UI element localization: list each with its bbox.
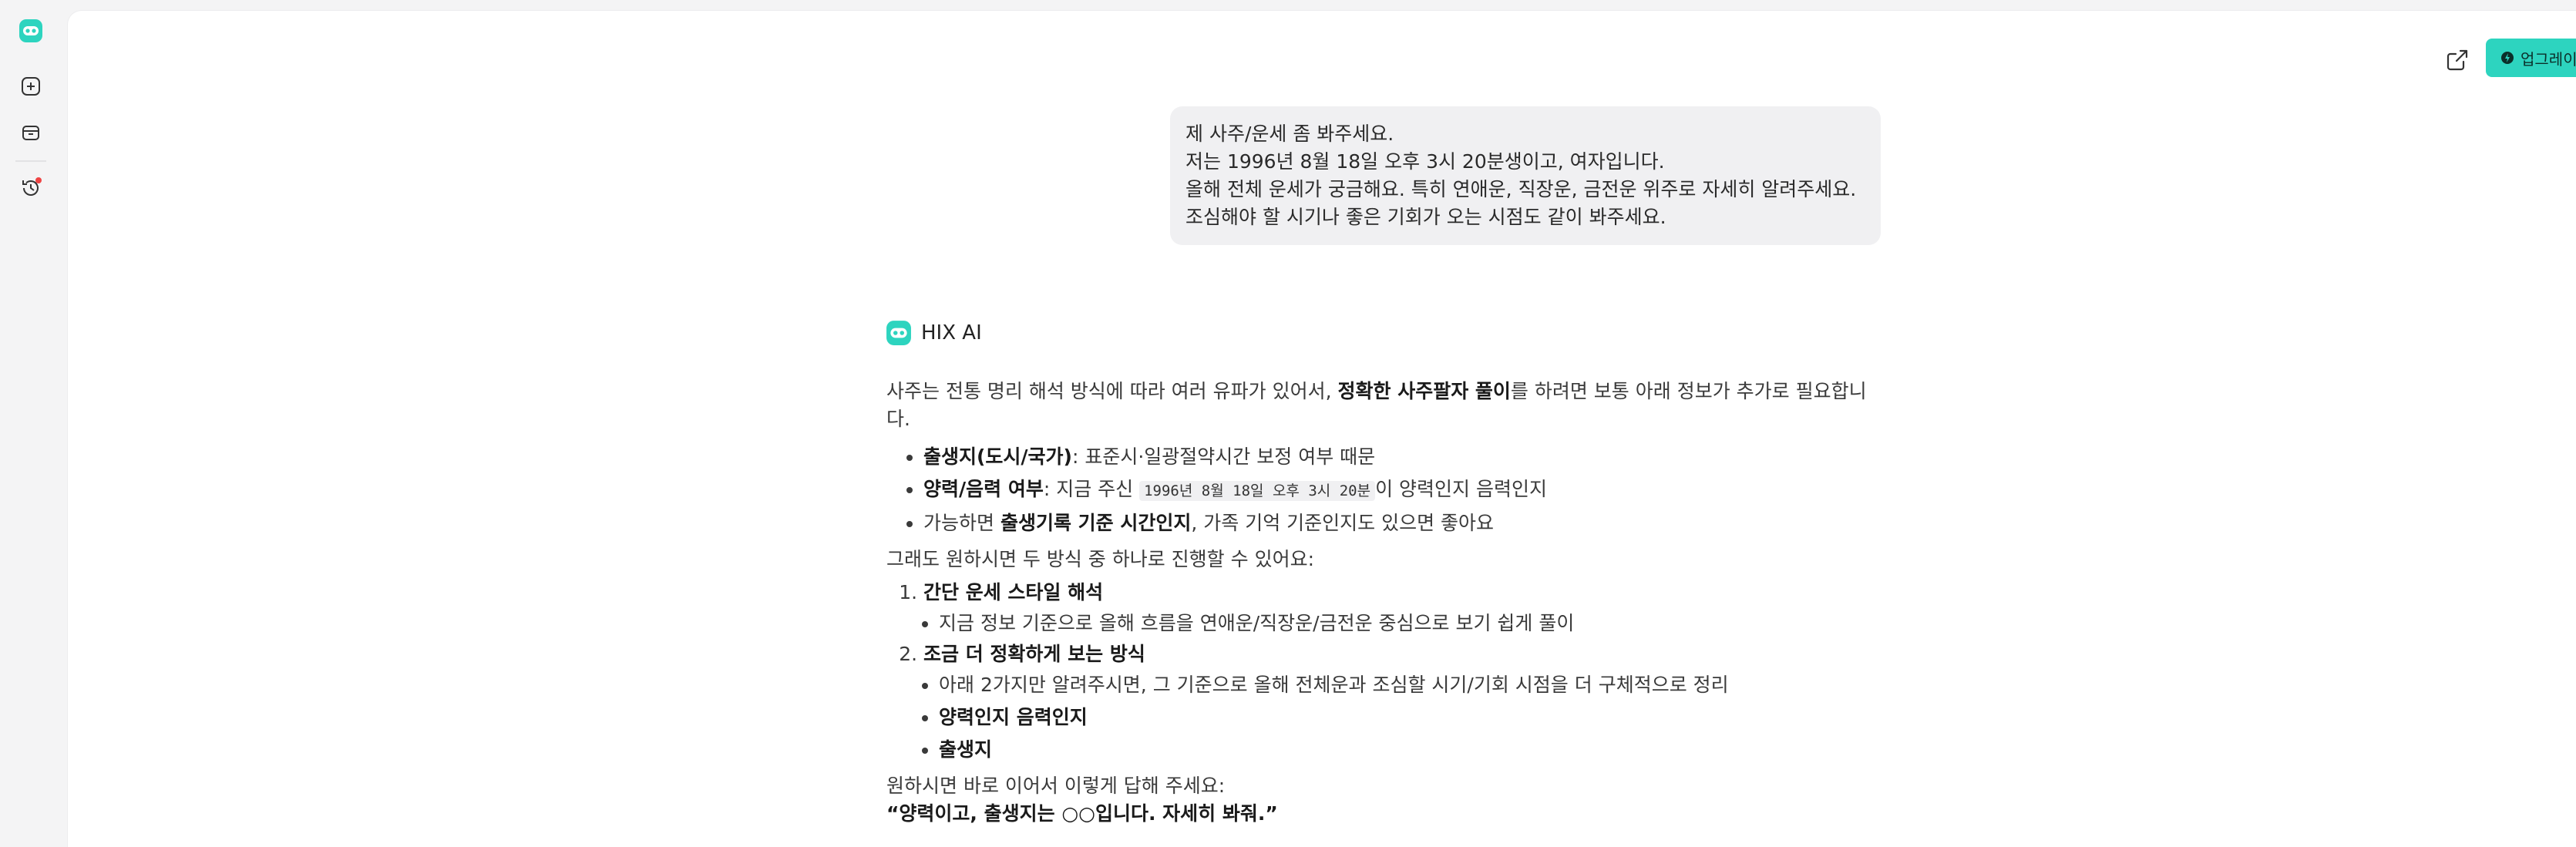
sidebar-divider — [15, 160, 46, 162]
plus-square-icon — [22, 77, 40, 96]
hix-logo-icon — [886, 320, 912, 346]
chat-panel: 업그레이드 제 사주/운세 좀 봐주세요. 저는 1996년 8월 18일 오후… — [68, 11, 2576, 847]
assistant-header: HIX AI — [886, 319, 982, 347]
share-button[interactable] — [2440, 43, 2474, 77]
upgrade-button[interactable]: 업그레이드 — [2486, 39, 2576, 77]
bullet-text: 가능하면 — [923, 512, 1000, 534]
user-message-line: 저는 1996년 8월 18일 오후 3시 20분생이고, 여자입니다. — [1185, 150, 1665, 173]
list-item: 가능하면 출생기록 기준 시간인지, 가족 기억 기준인지도 있으면 좋아요 — [923, 507, 1881, 539]
library-button[interactable] — [15, 117, 46, 148]
upgrade-label: 업그레이드 — [2521, 49, 2576, 69]
bullet-bold: 출생기록 기준 시간인지 — [1000, 512, 1192, 534]
history-button[interactable] — [15, 173, 46, 203]
option-item: 조금 더 정확하게 보는 방식 아래 2가지만 알려주시면, 그 기준으로 올해… — [923, 640, 1881, 766]
choice-intro: 그래도 원하시면 두 방식 중 하나로 진행할 수 있어요: — [886, 548, 1314, 570]
inline-code: 1996년 8월 18일 오후 3시 20분 — [1139, 481, 1376, 501]
option-subitems: 아래 2가지만 알려주시면, 그 기준으로 올해 전체운과 조심할 시기/기회 … — [923, 669, 1881, 766]
bullet-text-after: 이 양력인지 음력인지 — [1375, 478, 1547, 500]
user-message: 제 사주/운세 좀 봐주세요. 저는 1996년 8월 18일 오후 3시 20… — [1170, 106, 1881, 245]
bullet-bold: 출생지(도시/국가) — [923, 445, 1072, 468]
option-title: 간단 운세 스타일 해석 — [923, 581, 1104, 603]
required-info-list: 출생지(도시/국가): 표준시·일광절약시간 보정 여부 때문 양력/음력 여부… — [886, 441, 1881, 539]
answer-intro: 사주는 전통 명리 해석 방식에 따라 여러 유파가 있어서, 정확한 사주팔자… — [886, 378, 1881, 433]
user-message-line: 올해 전체 운세가 궁금해요. 특히 연애운, 직장운, 금전운 위주로 자세히… — [1185, 178, 1857, 200]
option-item: 간단 운세 스타일 해석 지금 정보 기준으로 올해 흐름을 연애운/직장운/금… — [923, 578, 1881, 640]
archive-icon — [22, 126, 39, 140]
bullet-text: : 지금 주신 — [1043, 478, 1140, 500]
bullet-text: : 표준시·일광절약시간 보정 여부 때문 — [1071, 445, 1376, 468]
intro-text: 사주는 전통 명리 해석 방식에 따라 여러 유파가 있어서, — [886, 380, 1338, 402]
user-message-line: 조심해야 할 시기나 좋은 기회가 오는 시점도 같이 봐주세요. — [1185, 206, 1666, 228]
subitem-bold: 양력인지 음력인지 — [939, 706, 1088, 728]
bolt-icon — [2500, 51, 2514, 65]
sidebar — [0, 0, 68, 847]
example-reply: “양력이고, 출생지는 ○○입니다. 자세히 봐줘.” — [886, 802, 1278, 825]
list-item: 양력/음력 여부: 지금 주신 1996년 8월 18일 오후 3시 20분이 … — [923, 473, 1881, 507]
subitem-bold: 출생지 — [939, 738, 993, 761]
bullet-text-after: , 가족 기억 기준인지도 있으면 좋아요 — [1191, 512, 1495, 534]
assistant-name: HIX AI — [921, 321, 982, 345]
notification-dot — [35, 177, 42, 183]
user-message-line: 제 사주/운세 좀 봐주세요. — [1185, 123, 1394, 145]
assistant-message: 사주는 전통 명리 해석 방식에 따라 여러 유파가 있어서, 정확한 사주팔자… — [886, 378, 1881, 828]
options-list: 간단 운세 스타일 해석 지금 정보 기준으로 올해 흐름을 연애운/직장운/금… — [886, 578, 1881, 766]
option-subitems: 지금 정보 기준으로 올해 흐름을 연애운/직장운/금전운 중심으로 보기 쉽게… — [923, 607, 1881, 640]
closing-text: 원하시면 바로 이어서 이렇게 답해 주세요: — [886, 775, 1226, 797]
list-item: 출생지(도시/국가): 표준시·일광절약시간 보정 여부 때문 — [923, 441, 1881, 473]
bullet-bold: 양력/음력 여부 — [923, 478, 1044, 500]
new-chat-button[interactable] — [15, 71, 46, 102]
option-title: 조금 더 정확하게 보는 방식 — [923, 643, 1145, 665]
share-icon — [2447, 49, 2468, 71]
list-item: 출생지 — [939, 734, 1881, 766]
list-item: 양력인지 음력인지 — [939, 701, 1881, 734]
intro-bold: 정확한 사주팔자 풀이 — [1337, 380, 1511, 402]
hix-logo-icon[interactable] — [15, 15, 46, 46]
list-item: 아래 2가지만 알려주시면, 그 기준으로 올해 전체운과 조심할 시기/기회 … — [939, 669, 1881, 701]
list-item: 지금 정보 기준으로 올해 흐름을 연애운/직장운/금전운 중심으로 보기 쉽게… — [939, 607, 1881, 640]
